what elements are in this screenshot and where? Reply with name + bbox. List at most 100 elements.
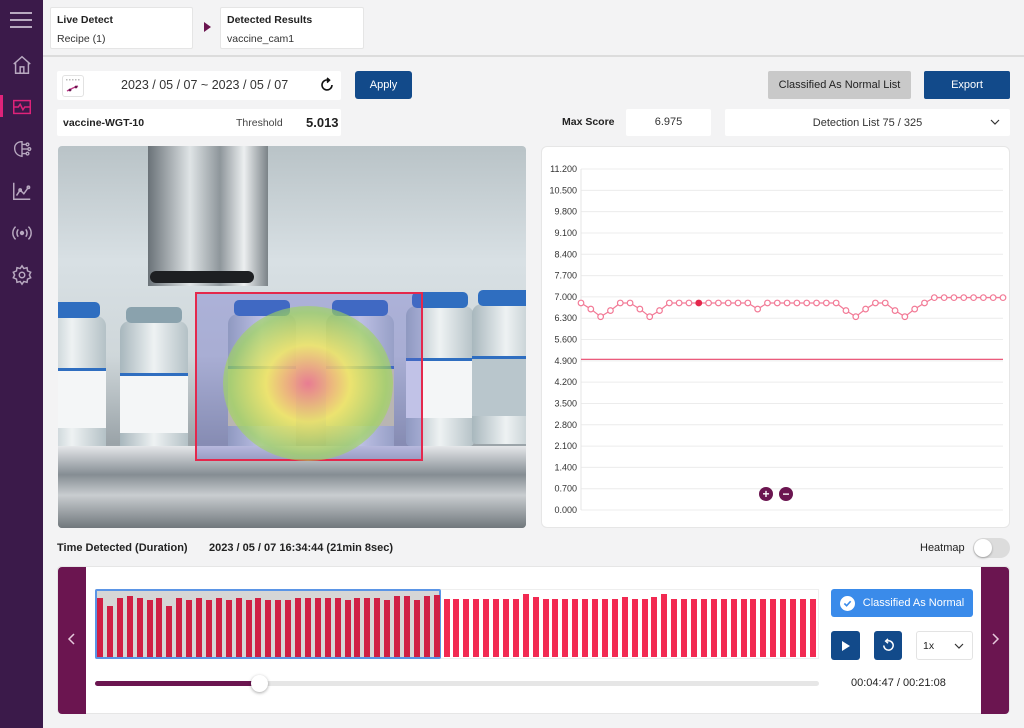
y-tick-label: 9.100 (554, 228, 577, 238)
data-point (822, 299, 830, 307)
timeline-bar[interactable] (671, 599, 678, 657)
timeline-bar[interactable] (710, 599, 717, 657)
timeline-prev-button[interactable] (58, 567, 86, 714)
chart-line-icon (12, 182, 30, 200)
timeline-next-button[interactable] (981, 567, 1009, 714)
calendar-icon (62, 75, 84, 97)
timeline-bar[interactable] (473, 599, 480, 657)
playback-slider-thumb[interactable] (250, 675, 268, 692)
timeline-bar[interactable] (750, 599, 757, 657)
playback-slider-fill (95, 681, 259, 686)
timeline-bar[interactable] (522, 594, 529, 657)
max-score-value: 6.975 (626, 109, 711, 136)
sidebar-item-settings[interactable] (0, 260, 43, 290)
sidebar-item-broadcast[interactable] (0, 218, 43, 248)
y-tick-label: 4.900 (554, 356, 577, 366)
model-name: vaccine-WGT-10 (63, 117, 145, 129)
timeline-bar[interactable] (601, 599, 608, 657)
timeline-bar[interactable] (770, 599, 777, 657)
timeline-bar[interactable] (651, 597, 658, 657)
timeline-bar[interactable] (493, 599, 499, 657)
sidebar-item-home[interactable] (0, 50, 43, 80)
y-tick-label: 3.500 (554, 398, 577, 408)
timeline-bar[interactable] (790, 599, 796, 657)
data-point-selected (695, 299, 703, 307)
top-bar: Live Detect Recipe (1) Detected Results … (43, 0, 1024, 57)
y-tick-label: 1.400 (554, 462, 577, 472)
timeline-bar[interactable] (691, 599, 697, 657)
zoom-out-icon: − (782, 487, 789, 501)
breadcrumb-live-detect[interactable]: Live Detect Recipe (1) (50, 7, 193, 49)
timeline-bar[interactable] (760, 599, 767, 657)
replay-button[interactable] (874, 631, 902, 660)
timeline-bar[interactable] (502, 599, 509, 657)
playback-speed-value: 1x (923, 640, 935, 652)
refresh-icon[interactable] (319, 77, 335, 93)
breadcrumb-arrow-icon (204, 22, 211, 32)
timeline-bar[interactable] (443, 599, 450, 657)
y-tick-label: 0.000 (554, 505, 577, 515)
y-tick-label: 8.400 (554, 249, 577, 259)
timeline-bar[interactable] (582, 599, 589, 657)
broadcast-icon (11, 226, 32, 240)
score-line (580, 297, 1003, 318)
menu-icon[interactable] (10, 12, 32, 30)
heatmap-label: Heatmap (920, 542, 965, 554)
data-point (921, 299, 928, 307)
detection-list-select[interactable]: Detection List 75 / 325 (725, 109, 1010, 136)
classified-normal-list-button[interactable]: Classified As Normal List (768, 71, 911, 99)
play-button[interactable] (831, 631, 860, 660)
data-point (852, 313, 860, 321)
timeline-bar[interactable] (552, 599, 559, 657)
apply-button[interactable]: Apply (355, 71, 412, 99)
timeline-bar[interactable] (611, 599, 618, 657)
date-range-picker[interactable]: 2023 / 05 / 07 ~ 2023 / 05 / 07 (57, 71, 341, 100)
data-point (705, 299, 712, 307)
timeline-bar[interactable] (621, 597, 628, 657)
breadcrumb-detected-results[interactable]: Detected Results vaccine_cam1 (220, 7, 364, 49)
timeline-bar[interactable] (740, 599, 747, 657)
data-point (607, 307, 614, 314)
timeline-bar[interactable] (641, 599, 648, 657)
sidebar-item-ai-model[interactable] (0, 134, 43, 164)
timeline-bar[interactable] (730, 599, 737, 657)
timeline-bar[interactable] (780, 599, 787, 657)
timeline-bar[interactable] (661, 594, 668, 657)
vial (58, 302, 106, 456)
export-button[interactable]: Export (924, 71, 1010, 99)
data-point (764, 299, 771, 307)
timeline-bar[interactable] (532, 597, 539, 657)
timeline-bar[interactable] (799, 599, 806, 657)
timeline-bar[interactable] (631, 599, 638, 657)
data-point (754, 305, 762, 313)
timeline-panel: Classified As Normal 1x 00:04:47 / 00:21… (57, 566, 1010, 714)
playback-speed-select[interactable]: 1x (916, 631, 973, 660)
heatmap-toggle[interactable] (973, 538, 1010, 558)
timeline-bar[interactable] (572, 599, 579, 657)
timeline-bar[interactable] (483, 599, 490, 657)
chevron-left-icon (67, 633, 75, 645)
classified-as-normal-button[interactable]: Classified As Normal (831, 589, 973, 617)
data-point (636, 305, 644, 313)
data-point (950, 294, 958, 302)
timeline-bar[interactable] (463, 599, 470, 657)
timeline-bar[interactable] (542, 599, 549, 657)
timeline-bar[interactable] (562, 599, 569, 657)
timeline-selection-window[interactable] (95, 589, 441, 659)
data-point (881, 299, 889, 307)
timeline-bar[interactable] (512, 599, 519, 657)
y-tick-label: 10.500 (549, 185, 577, 195)
timeline-bar[interactable] (681, 599, 688, 657)
sidebar-item-analytics[interactable] (0, 176, 43, 206)
data-point (656, 307, 663, 314)
timeline-bar[interactable] (453, 599, 460, 657)
timeline-bar[interactable] (809, 599, 816, 657)
data-point (587, 305, 595, 313)
breadcrumb-title: Detected Results (227, 14, 313, 26)
timeline-bar[interactable] (720, 599, 727, 657)
sidebar-item-monitor[interactable] (0, 92, 43, 122)
data-point (783, 299, 791, 307)
timeline-bar[interactable] (592, 599, 598, 657)
playback-slider[interactable] (95, 675, 819, 692)
timeline-bar[interactable] (700, 599, 707, 657)
